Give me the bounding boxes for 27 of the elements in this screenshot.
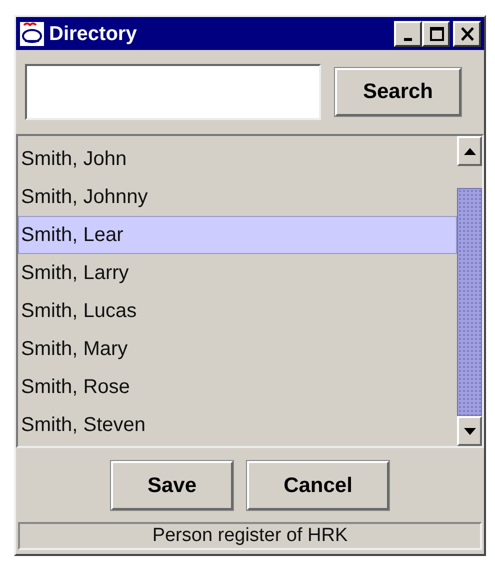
minimize-icon: [404, 38, 412, 41]
cancel-button[interactable]: Cancel: [247, 461, 389, 510]
close-button[interactable]: [453, 20, 481, 46]
list-item[interactable]: Smith, Mary: [18, 330, 457, 368]
app-icon: [19, 20, 45, 46]
minimize-button[interactable]: [394, 20, 422, 46]
search-field[interactable]: [25, 64, 321, 120]
scroll-up-button[interactable]: [457, 136, 482, 166]
maximize-button[interactable]: [422, 20, 450, 46]
list-item[interactable]: Smith, Rose: [18, 368, 457, 406]
maximize-icon: [428, 26, 444, 42]
window-title: Directory: [49, 22, 138, 46]
list-item[interactable]: Smith, Lucas: [18, 292, 457, 330]
scrollbar-thumb[interactable]: [457, 188, 482, 416]
down-arrow-icon: [464, 428, 476, 434]
status-bar: Person register of HRK: [18, 522, 482, 550]
list-item[interactable]: Smith, Lear: [18, 216, 457, 254]
scrollbar[interactable]: [457, 136, 482, 446]
up-arrow-icon: [464, 148, 476, 154]
list-item[interactable]: Smith, Larry: [18, 254, 457, 292]
close-icon: [458, 26, 476, 42]
save-button[interactable]: Save: [111, 461, 233, 510]
list-item[interactable]: Smith, John: [18, 140, 457, 178]
search-button[interactable]: Search: [335, 68, 461, 116]
list-item[interactable]: Smith, Johnny: [18, 178, 457, 216]
list-item[interactable]: Smith, Steven: [18, 406, 457, 444]
scroll-down-button[interactable]: [457, 416, 482, 446]
